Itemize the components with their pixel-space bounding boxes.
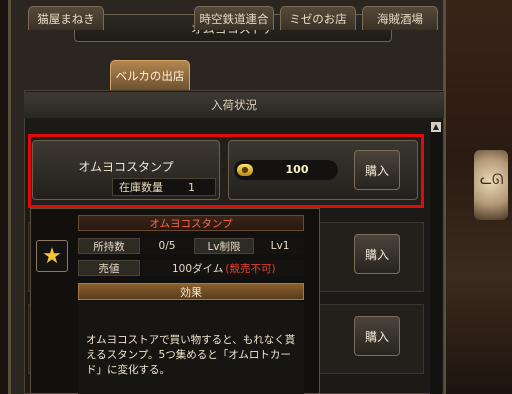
buy-button-row-2[interactable]: 購入	[354, 234, 400, 274]
coin-icon: ●	[237, 164, 253, 176]
cat-face-icon: ᓚᘏ	[480, 172, 504, 188]
buy-button[interactable]: 購入	[354, 150, 400, 190]
stock-field: 在庫数量 1	[112, 178, 216, 196]
level-limit-value: Lv1	[256, 238, 304, 254]
effect-description: オムヨコストアで買い物すると、もれなく貰えるスタンプ。5つ集めると「オムロトカー…	[86, 334, 296, 376]
stock-value: 1	[188, 180, 195, 194]
star-stamp-icon: ★	[36, 240, 68, 272]
sell-price-field: 100ダイム (競売不可)	[142, 260, 304, 276]
panel-header: 入荷状況	[24, 92, 444, 118]
tooltip-title: オムヨコスタンプ	[78, 215, 304, 231]
sell-price-label: 売値	[78, 260, 140, 276]
tab-neko-manek[interactable]: 猫屋まねき	[28, 6, 104, 30]
effect-header: 効果	[78, 283, 304, 300]
level-limit-label: Lv制限	[194, 238, 254, 254]
buy-button-row-3[interactable]: 購入	[354, 316, 400, 356]
scroll-up-arrow-icon[interactable]: ▲	[431, 122, 441, 132]
owned-value: 0/5	[142, 238, 192, 254]
scrollbar[interactable]	[430, 122, 442, 394]
item-name: オムヨコスタンプ	[78, 160, 174, 174]
price-value: 100	[285, 163, 309, 176]
tab-mize-shop[interactable]: ミゼのお店	[280, 6, 356, 30]
owned-label: 所持数	[78, 238, 140, 254]
sell-price-value: 100ダイム	[172, 262, 224, 275]
tab-belka-shop[interactable]: ベルカの出店	[110, 60, 190, 90]
stock-label: 在庫数量	[119, 181, 163, 194]
tab-space-time-railway[interactable]: 時空鉄道連合	[194, 6, 274, 30]
tab-pirate-tavern[interactable]: 海賊酒場	[362, 6, 438, 30]
no-auction-note: (競売不可)	[225, 262, 276, 275]
